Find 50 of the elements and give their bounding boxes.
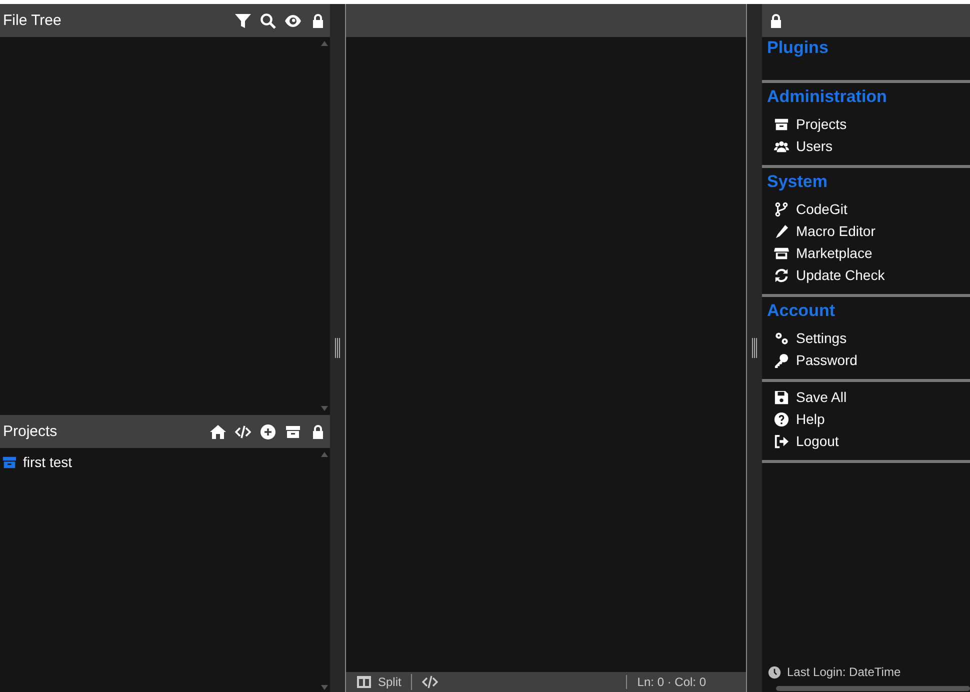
menu-item[interactable]: Marketplace <box>762 242 970 264</box>
project-item[interactable]: first test <box>23 454 72 470</box>
scroll-up-icon[interactable] <box>321 41 328 46</box>
menu-item[interactable]: Save All <box>762 386 970 408</box>
search-icon[interactable] <box>260 12 276 28</box>
filter-icon[interactable] <box>235 12 251 28</box>
branch-icon[interactable] <box>774 202 789 216</box>
menu-item[interactable]: Users <box>762 135 970 157</box>
scrollbar[interactable] <box>776 686 970 691</box>
split-button[interactable]: Split <box>346 672 412 692</box>
panel-title: Projects <box>3 423 58 440</box>
section-heading: Administration <box>766 87 888 107</box>
menu-item[interactable]: Settings <box>762 327 970 349</box>
save-icon[interactable] <box>774 390 789 404</box>
splitter-handle[interactable] <box>751 338 758 358</box>
scroll-down-icon[interactable] <box>321 685 328 690</box>
menu-item[interactable]: Password <box>762 349 970 371</box>
users-icon[interactable] <box>774 138 789 154</box>
eye-icon[interactable] <box>285 12 301 28</box>
gears-icon[interactable] <box>774 330 789 346</box>
menu-item[interactable]: Logout <box>762 430 970 452</box>
logout-icon[interactable] <box>774 434 789 448</box>
archive-icon[interactable] <box>774 116 789 132</box>
scroll-down-icon[interactable] <box>321 406 328 411</box>
panel-title: File Tree <box>3 12 62 29</box>
menu-item[interactable]: Macro Editor <box>762 220 970 242</box>
code-icon[interactable] <box>422 674 438 690</box>
lock-icon[interactable] <box>310 424 326 440</box>
key-icon[interactable] <box>774 352 789 368</box>
section-heading: System <box>766 172 828 192</box>
last-login: Last Login: DateTime <box>787 665 901 679</box>
scroll-up-icon[interactable] <box>321 452 328 457</box>
clock-icon[interactable] <box>768 666 781 678</box>
menu-item[interactable]: CodeGit <box>762 198 970 220</box>
pencil-icon[interactable] <box>774 224 789 238</box>
columns-icon[interactable] <box>356 674 372 690</box>
archive-icon[interactable] <box>285 424 301 440</box>
menu-item[interactable]: Update Check <box>762 264 970 286</box>
menu-item[interactable]: Projects <box>762 113 970 135</box>
plus-circle-icon[interactable] <box>260 424 276 440</box>
section-heading: Account <box>766 301 836 321</box>
splitter-handle[interactable] <box>334 338 341 358</box>
help-icon[interactable] <box>774 412 789 426</box>
home-icon[interactable] <box>210 424 226 440</box>
sync-icon[interactable] <box>774 268 789 282</box>
lock-icon[interactable] <box>310 12 326 28</box>
store-icon[interactable] <box>774 246 789 260</box>
section-heading: Plugins <box>766 38 830 58</box>
menu-item[interactable]: Help <box>762 408 970 430</box>
lock-icon[interactable] <box>768 12 784 28</box>
